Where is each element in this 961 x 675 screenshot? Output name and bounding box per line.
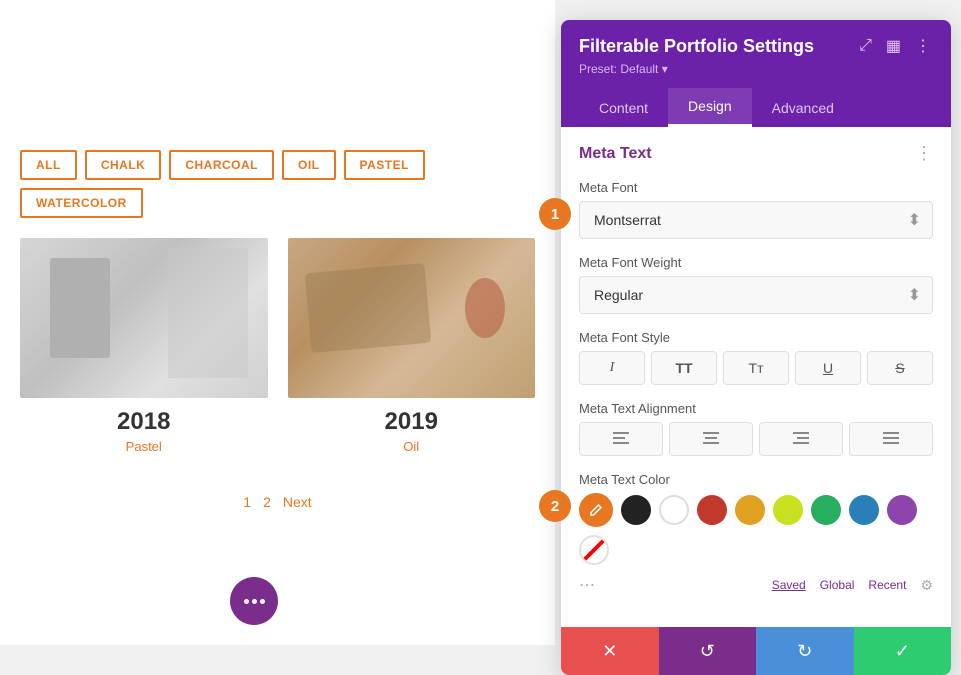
align-right[interactable] xyxy=(759,422,843,456)
undo-button[interactable]: ↺ xyxy=(659,627,757,675)
panel-preset[interactable]: Preset: Default ▾ xyxy=(579,62,933,76)
color-swatch-lime[interactable] xyxy=(773,495,803,525)
meta-font-select-wrapper: Montserrat ⬍ xyxy=(579,201,933,239)
style-bold[interactable]: TT xyxy=(651,351,717,385)
meta-font-weight-label: Meta Font Weight xyxy=(579,255,933,270)
align-center[interactable] xyxy=(669,422,753,456)
dot-2 xyxy=(252,599,257,604)
style-caps[interactable]: Tт xyxy=(723,351,789,385)
section-title: Meta Text xyxy=(579,145,652,163)
preset-arrow: ▾ xyxy=(662,62,668,76)
panel-title: Filterable Portfolio Settings xyxy=(579,36,814,57)
tab-content[interactable]: Content xyxy=(579,88,668,127)
font-style-buttons: I TT Tт U S xyxy=(579,351,933,385)
meta-text-alignment-label: Meta Text Alignment xyxy=(579,401,933,416)
portfolio-area: ALL CHALK CHARCOAL OIL PASTEL WATERCOLOR… xyxy=(0,0,555,645)
portfolio-thumbnail-1 xyxy=(288,238,536,398)
style-underline[interactable]: U xyxy=(795,351,861,385)
cancel-button[interactable]: ✕ xyxy=(561,627,659,675)
align-left[interactable] xyxy=(579,422,663,456)
color-tabs-row: ⋯ Saved Global Recent ⚙ xyxy=(579,575,933,595)
filter-bar: ALL CHALK CHARCOAL OIL PASTEL WATERCOLOR xyxy=(20,150,535,218)
panel-icon-group: ⤢ ▦ ⋮ xyxy=(857,34,933,58)
meta-text-color-section: Meta Text Color ⋯ Sa xyxy=(579,472,933,595)
expand-icon-button[interactable]: ⤢ xyxy=(857,35,874,57)
color-swatch-white[interactable] xyxy=(659,495,689,525)
portfolio-item-1[interactable]: 2019 Oil xyxy=(288,238,536,454)
save-button[interactable]: ✓ xyxy=(854,627,952,675)
style-strikethrough[interactable]: S xyxy=(867,351,933,385)
step-badge-2: 2 xyxy=(539,490,571,522)
style-italic[interactable]: I xyxy=(579,351,645,385)
color-swatch-red[interactable] xyxy=(697,495,727,525)
color-more-dots[interactable]: ⋯ xyxy=(579,575,595,595)
panel-body: Meta Text ⋮ Meta Font Montserrat ⬍ Meta … xyxy=(561,127,951,627)
filter-oil[interactable]: OIL xyxy=(282,150,336,180)
meta-font-weight-select-wrapper: Regular ⬍ xyxy=(579,276,933,314)
tab-advanced[interactable]: Advanced xyxy=(752,88,854,127)
portfolio-year-1: 2019 xyxy=(288,408,536,436)
color-swatch-yellow[interactable] xyxy=(735,495,765,525)
page-2[interactable]: 2 xyxy=(263,494,271,510)
filter-pastel[interactable]: PASTEL xyxy=(344,150,425,180)
dot-3 xyxy=(260,599,265,604)
portfolio-category-1: Oil xyxy=(288,439,536,454)
meta-text-color-label: Meta Text Color xyxy=(579,472,933,487)
pagination: 1 2 Next xyxy=(20,494,535,510)
align-justify[interactable] xyxy=(849,422,933,456)
color-swatch-black[interactable] xyxy=(621,495,651,525)
portfolio-item-0[interactable]: 2018 Pastel xyxy=(20,238,268,454)
more-icon-button[interactable]: ⋮ xyxy=(913,34,933,58)
color-tab-global[interactable]: Global xyxy=(820,578,855,592)
filter-charcoal[interactable]: CHARCOAL xyxy=(169,150,274,180)
meta-font-weight-select[interactable]: Regular xyxy=(579,276,933,314)
color-settings-gear-icon[interactable]: ⚙ xyxy=(920,577,933,594)
portfolio-year-0: 2018 xyxy=(20,408,268,436)
redo-button[interactable]: ↻ xyxy=(756,627,854,675)
text-alignment-buttons xyxy=(579,422,933,456)
portfolio-thumbnail-0 xyxy=(20,238,268,398)
panel-header: Filterable Portfolio Settings ⤢ ▦ ⋮ Pres… xyxy=(561,20,951,127)
color-swatch-transparent[interactable] xyxy=(579,535,609,565)
color-swatch-purple[interactable] xyxy=(887,495,917,525)
meta-font-style-label: Meta Font Style xyxy=(579,330,933,345)
page-next[interactable]: Next xyxy=(283,494,312,510)
panel-title-row: Filterable Portfolio Settings ⤢ ▦ ⋮ xyxy=(579,34,933,58)
step-badge-1: 1 xyxy=(539,198,571,230)
section-header: Meta Text ⋮ xyxy=(579,143,933,164)
filter-watercolor[interactable]: WATERCOLOR xyxy=(20,188,143,218)
page-1[interactable]: 1 xyxy=(243,494,251,510)
color-picker-active[interactable] xyxy=(579,493,613,527)
settings-panel: Filterable Portfolio Settings ⤢ ▦ ⋮ Pres… xyxy=(561,20,951,675)
action-bar: ✕ ↺ ↻ ✓ xyxy=(561,627,951,675)
dot-1 xyxy=(244,599,249,604)
meta-font-label: Meta Font xyxy=(579,180,933,195)
meta-font-select[interactable]: Montserrat xyxy=(579,201,933,239)
tab-design[interactable]: Design xyxy=(668,88,752,127)
section-menu-button[interactable]: ⋮ xyxy=(915,143,933,164)
portfolio-grid: 2018 Pastel 2019 Oil xyxy=(20,238,535,454)
filter-all[interactable]: ALL xyxy=(20,150,77,180)
color-tab-saved[interactable]: Saved xyxy=(772,578,806,592)
color-swatch-green[interactable] xyxy=(811,495,841,525)
color-tab-recent[interactable]: Recent xyxy=(868,578,906,592)
floating-dots-button[interactable] xyxy=(230,577,278,625)
filter-chalk[interactable]: CHALK xyxy=(85,150,162,180)
preset-label: Preset: Default xyxy=(579,62,658,76)
portfolio-category-0: Pastel xyxy=(20,439,268,454)
panel-tabs: Content Design Advanced xyxy=(579,88,933,127)
grid-icon-button[interactable]: ▦ xyxy=(884,34,903,58)
color-swatches-row xyxy=(579,493,933,565)
color-swatch-blue[interactable] xyxy=(849,495,879,525)
